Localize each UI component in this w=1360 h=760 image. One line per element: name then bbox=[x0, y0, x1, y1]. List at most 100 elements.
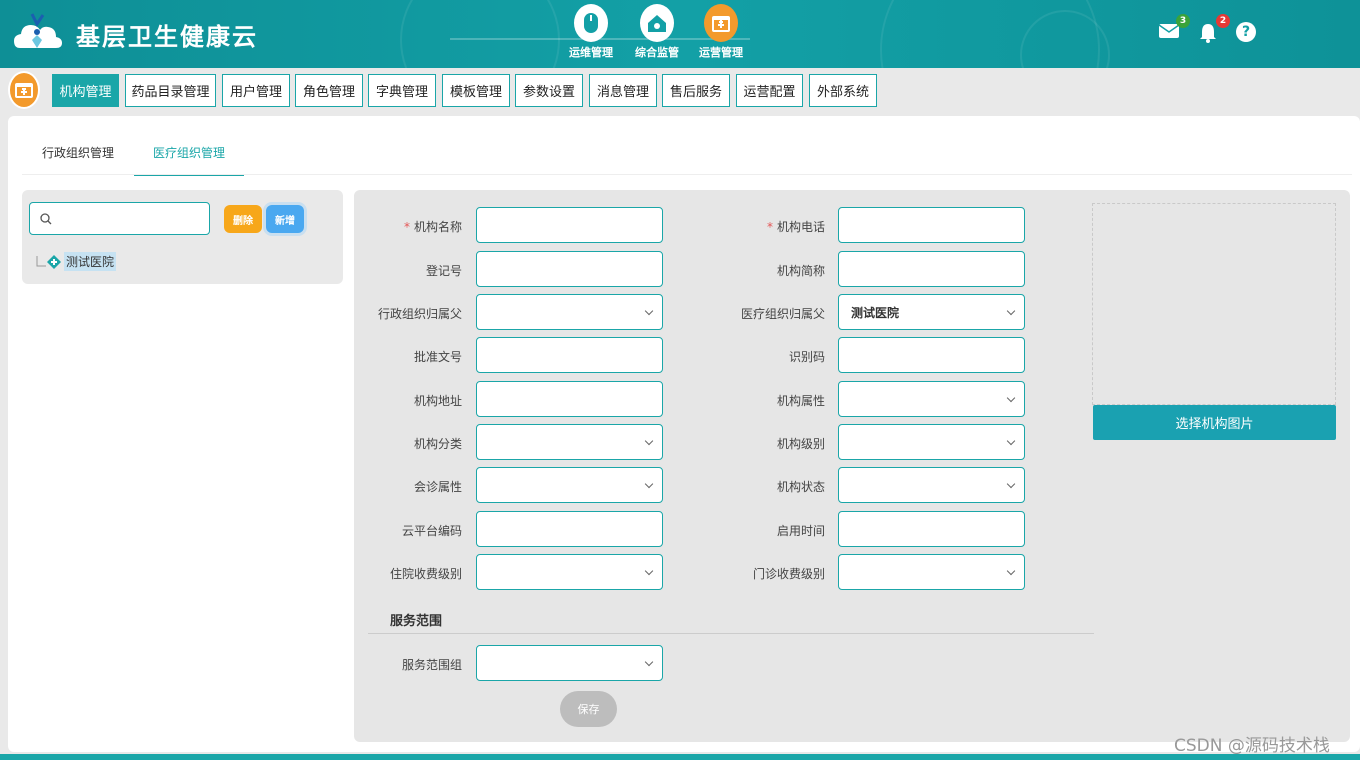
chevron-down-icon bbox=[644, 306, 654, 316]
field-label-cloud-code: 云平台编码 bbox=[401, 524, 462, 538]
service-group-select[interactable] bbox=[476, 645, 663, 681]
org-name-input[interactable] bbox=[476, 207, 663, 243]
module-label: 运维管理 bbox=[569, 46, 613, 59]
tab-medical-org[interactable]: 医疗组织管理 bbox=[134, 144, 244, 176]
org-form-panel: * 机构名称 登记号 行政组织归属父 批准文号 机构地址 机构分类 会诊属性 云平… bbox=[354, 190, 1350, 742]
chevron-down-icon bbox=[1006, 566, 1016, 576]
help-icon: ? bbox=[1241, 24, 1251, 40]
content-panel: 行政组织管理 医疗组织管理 删除 新增 测试医院 * 机构名称 登记号 行政组织归… bbox=[8, 116, 1360, 752]
module-supervision[interactable]: 综合监管 bbox=[627, 4, 687, 60]
org-tree-panel: 删除 新增 测试医院 bbox=[22, 190, 343, 284]
field-label-org-name: * 机构名称 bbox=[403, 220, 462, 234]
chevron-down-icon bbox=[644, 479, 654, 489]
top-header-bar: 基层卫生健康云 运维管理 综合监管 运营管理 3 2 ? bbox=[0, 0, 1360, 68]
save-button[interactable]: 保存 bbox=[560, 691, 617, 727]
tab-admin-org[interactable]: 行政组织管理 bbox=[32, 144, 124, 176]
org-attribute-select[interactable] bbox=[838, 381, 1025, 417]
chevron-down-icon bbox=[1006, 306, 1016, 316]
menu-home-button[interactable] bbox=[8, 71, 40, 109]
menu-item-org-management[interactable]: 机构管理 bbox=[52, 74, 119, 107]
menu-item-ops-config[interactable]: 运营配置 bbox=[736, 74, 803, 107]
tree-node-label: 测试医院 bbox=[64, 252, 117, 271]
menu-item-template[interactable]: 模板管理 bbox=[442, 74, 510, 107]
org-status-select[interactable] bbox=[838, 467, 1025, 503]
field-label-consult-attr: 会诊属性 bbox=[413, 480, 462, 494]
consult-attr-select[interactable] bbox=[476, 467, 663, 503]
menu-item-drug-catalog[interactable]: 药品目录管理 bbox=[125, 74, 216, 107]
field-label-medical-parent: 医疗组织归属父 bbox=[740, 307, 825, 321]
field-label-service-group: 服务范围组 bbox=[401, 658, 462, 672]
chevron-down-icon bbox=[1006, 436, 1016, 446]
org-phone-input[interactable] bbox=[838, 207, 1025, 243]
admin-parent-select[interactable] bbox=[476, 294, 663, 330]
mouse-icon bbox=[574, 4, 608, 42]
tree-search-input[interactable] bbox=[29, 202, 210, 235]
field-label-org-attribute: 机构属性 bbox=[776, 394, 825, 408]
cloud-code-input[interactable] bbox=[476, 511, 663, 547]
org-address-input[interactable] bbox=[476, 381, 663, 417]
enable-time-input[interactable] bbox=[838, 511, 1025, 547]
field-label-outpatient-fee-level: 门诊收费级别 bbox=[752, 567, 825, 581]
required-mark: * bbox=[766, 220, 773, 234]
field-label-org-short-name: 机构简称 bbox=[776, 264, 825, 278]
notification-count-badge: 2 bbox=[1216, 14, 1230, 28]
tab-divider bbox=[22, 174, 1352, 175]
inpatient-fee-level-select[interactable] bbox=[476, 554, 663, 590]
home-monitor-icon bbox=[640, 4, 674, 42]
help-button[interactable]: ? bbox=[1236, 22, 1256, 42]
registration-no-input[interactable] bbox=[476, 251, 663, 287]
search-icon bbox=[40, 213, 52, 225]
tab-label: 医疗组织管理 bbox=[152, 146, 225, 160]
menu-item-external-systems[interactable]: 外部系统 bbox=[809, 74, 877, 107]
tree-node[interactable]: 测试医院 bbox=[36, 252, 117, 271]
chevron-down-icon bbox=[644, 657, 654, 667]
calendar-icon bbox=[15, 83, 33, 98]
chevron-down-icon bbox=[644, 566, 654, 576]
field-label-org-category: 机构分类 bbox=[413, 437, 462, 451]
chevron-down-icon bbox=[1006, 479, 1016, 489]
field-label-org-address: 机构地址 bbox=[413, 394, 462, 408]
org-category-select[interactable] bbox=[476, 424, 663, 460]
section-divider bbox=[368, 633, 1094, 634]
bell-icon bbox=[1200, 24, 1216, 43]
hospital-icon bbox=[47, 254, 61, 269]
tab-label: 行政组织管理 bbox=[41, 146, 114, 160]
module-label: 运营管理 bbox=[699, 46, 743, 59]
section-title-service-scope: 服务范围 bbox=[390, 614, 443, 629]
menu-item-messages[interactable]: 消息管理 bbox=[589, 74, 657, 107]
menu-item-dictionary[interactable]: 字典管理 bbox=[368, 74, 436, 107]
choose-image-button[interactable]: 选择机构图片 bbox=[1093, 405, 1336, 440]
field-label-org-status: 机构状态 bbox=[776, 480, 825, 494]
menu-item-after-sales[interactable]: 售后服务 bbox=[662, 74, 730, 107]
notification-button[interactable]: 2 bbox=[1198, 14, 1230, 46]
medical-parent-select[interactable]: 测试医院 bbox=[838, 294, 1025, 330]
menu-item-user-management[interactable]: 用户管理 bbox=[222, 74, 290, 107]
add-button[interactable]: 新增 bbox=[266, 205, 304, 233]
module-ops-maintenance[interactable]: 运维管理 bbox=[561, 4, 621, 60]
org-level-select[interactable] bbox=[838, 424, 1025, 460]
calendar-icon bbox=[704, 4, 738, 42]
required-mark: * bbox=[403, 220, 410, 234]
menu-item-role-management[interactable]: 角色管理 bbox=[295, 74, 363, 107]
field-label-approval-no: 批准文号 bbox=[413, 350, 462, 364]
mail-button[interactable]: 3 bbox=[1158, 14, 1190, 46]
app-title: 基层卫生健康云 bbox=[76, 23, 258, 51]
field-label-inpatient-fee-level: 住院收费级别 bbox=[389, 567, 462, 581]
field-label-identification-code: 识别码 bbox=[788, 350, 825, 364]
header-decoration bbox=[400, 0, 560, 68]
module-label: 综合监管 bbox=[635, 46, 679, 59]
delete-button[interactable]: 删除 bbox=[224, 205, 262, 233]
identification-code-input[interactable] bbox=[838, 337, 1025, 373]
field-label-org-level: 机构级别 bbox=[776, 437, 825, 451]
mail-count-badge: 3 bbox=[1176, 14, 1190, 28]
module-operations[interactable]: 运营管理 bbox=[691, 4, 751, 60]
org-short-name-input[interactable] bbox=[838, 251, 1025, 287]
approval-no-input[interactable] bbox=[476, 337, 663, 373]
outpatient-fee-level-select[interactable] bbox=[838, 554, 1025, 590]
tree-connector-icon bbox=[36, 255, 46, 266]
org-image-placeholder bbox=[1092, 203, 1336, 405]
chevron-down-icon bbox=[1006, 393, 1016, 403]
chevron-down-icon bbox=[644, 436, 654, 446]
selected-value: 测试医院 bbox=[851, 305, 900, 320]
menu-item-parameters[interactable]: 参数设置 bbox=[515, 74, 583, 107]
